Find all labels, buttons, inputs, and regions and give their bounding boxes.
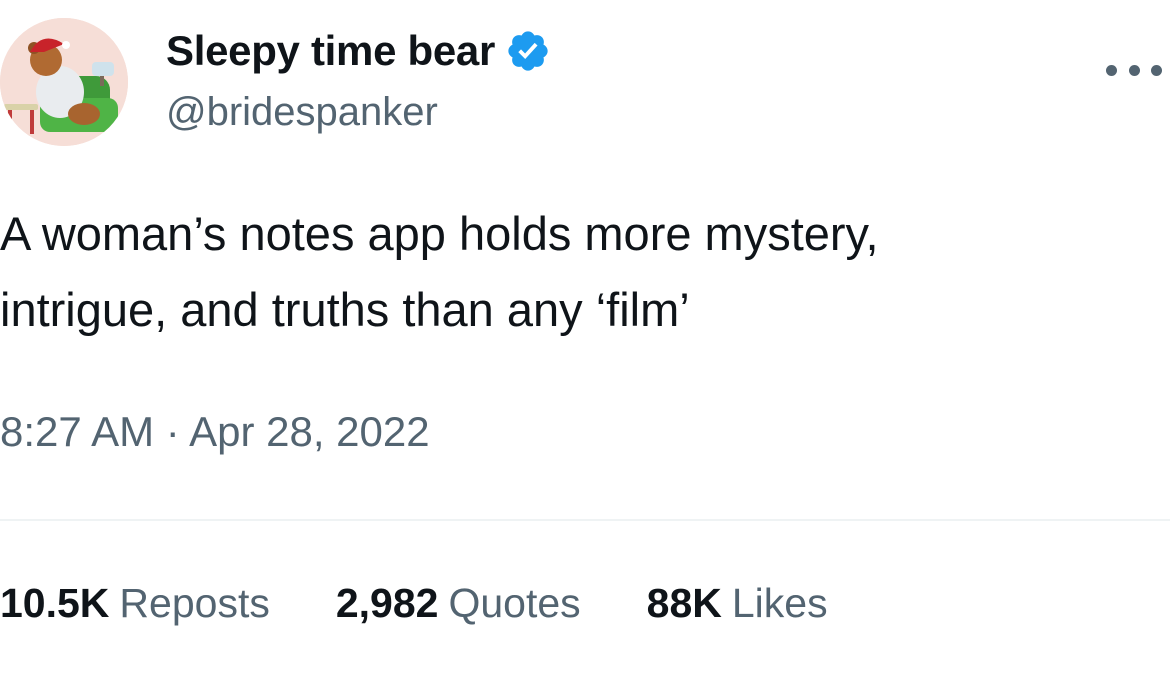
avatar[interactable] [0,18,128,146]
reposts-stat[interactable]: 10.5K Reposts [0,580,270,627]
reposts-count: 10.5K [0,580,110,626]
reposts-label: Reposts [119,580,270,626]
more-options-icon[interactable] [1106,52,1162,88]
likes-stat[interactable]: 88K Likes [647,580,828,627]
likes-label: Likes [731,580,828,626]
quotes-stat[interactable]: 2,982 Quotes [336,580,581,627]
author-name-row: Sleepy time bear [166,24,551,78]
quotes-count: 2,982 [335,580,439,626]
sleeping-bear-avatar-icon [0,18,128,146]
verified-badge-icon [508,31,548,71]
more-dot [1106,64,1117,76]
tweet-text-line: A woman’s notes app holds more mystery, [0,207,879,260]
tweet-text: A woman’s notes app holds more mystery, … [0,196,1150,348]
more-dot [1128,64,1140,76]
more-dot [1151,64,1162,76]
engagement-stats: 10.5K Reposts 2,982 Quotes 88K Likes [0,580,828,627]
author-display-name[interactable]: Sleepy time bear [166,27,495,75]
tweet-timestamp[interactable]: 8:27 AM · Apr 28, 2022 [0,408,430,456]
likes-count: 88K [646,580,722,626]
tweet-text-line: intrigue, and truths than any ‘film’ [0,283,690,336]
quotes-label: Quotes [448,580,581,626]
divider [0,519,1170,521]
author-handle[interactable]: @bridespanker [166,90,438,135]
